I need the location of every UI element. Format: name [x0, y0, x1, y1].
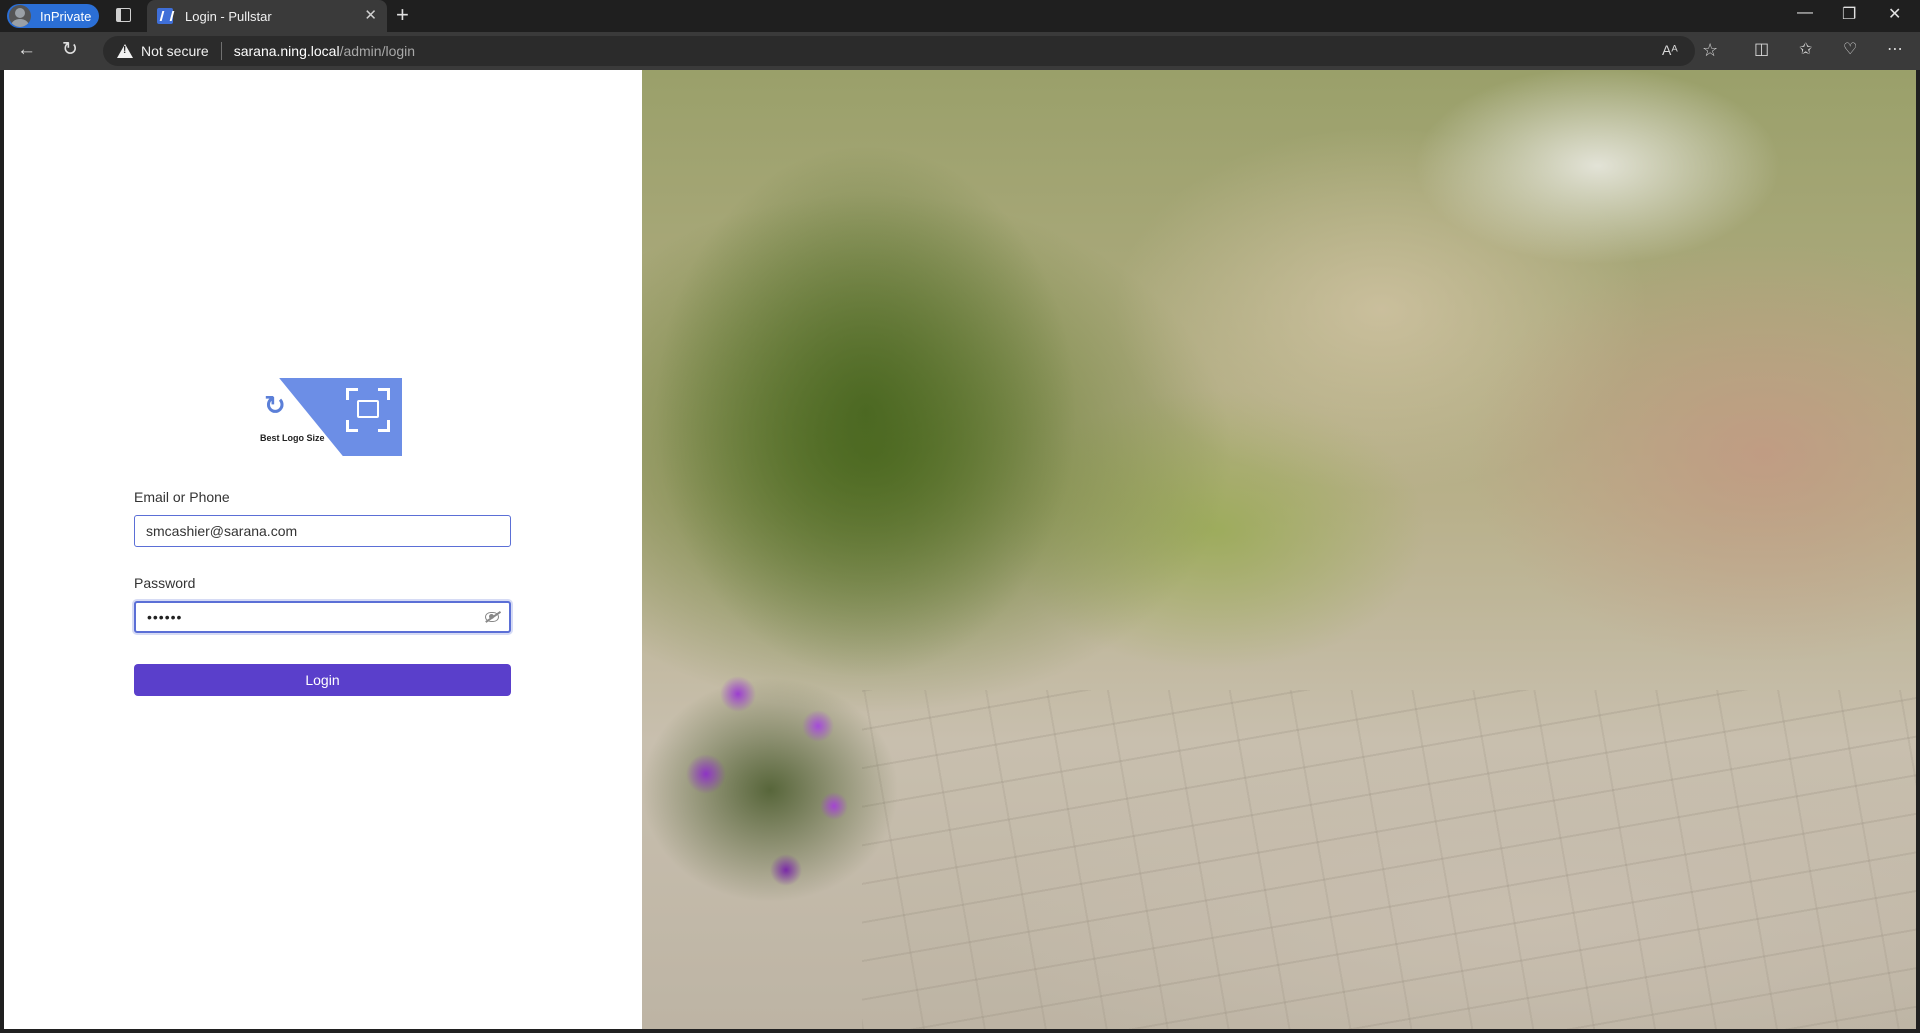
email-value: smcashier@sarana.com: [146, 523, 298, 539]
minimize-icon[interactable]: —: [1797, 4, 1813, 22]
inprivate-badge[interactable]: InPrivate: [7, 4, 99, 28]
pullstar-favicon-icon: [157, 8, 173, 24]
password-field[interactable]: ••••••: [134, 601, 511, 633]
company-logo: ↻ Best Logo Size: [254, 378, 402, 456]
favorite-icon[interactable]: ☆: [1702, 41, 1718, 59]
stone-path: [862, 690, 1916, 1029]
security-status[interactable]: Not secure: [141, 43, 209, 59]
active-tab[interactable]: Login - Pullstar ✕: [147, 0, 387, 32]
password-label: Password: [134, 575, 196, 591]
back-icon[interactable]: ←: [17, 40, 36, 60]
image-frame-icon: [346, 388, 390, 432]
address-bar[interactable]: Not secure sarana.ning.local /admin/logi…: [103, 36, 1695, 66]
password-value: ••••••: [147, 609, 183, 625]
login-panel: ↻ Best Logo Size Email or Phone smcashie…: [4, 70, 642, 1029]
email-label: Email or Phone: [134, 489, 230, 505]
browser-essentials-icon[interactable]: ♡: [1843, 41, 1857, 59]
toggle-password-visibility-icon[interactable]: [485, 612, 499, 622]
purple-flowers: [642, 630, 962, 950]
close-window-icon[interactable]: ✕: [1888, 4, 1901, 24]
more-icon[interactable]: ⋯: [1887, 41, 1903, 59]
tab-bar: InPrivate Login - Pullstar ✕ + — ❐ ✕: [0, 0, 1920, 32]
refresh-icon[interactable]: ↻: [62, 40, 78, 60]
new-tab-icon[interactable]: +: [396, 4, 409, 26]
warning-icon: [117, 44, 133, 58]
restore-icon[interactable]: ❐: [1842, 4, 1856, 24]
tab-title: Login - Pullstar: [185, 8, 272, 24]
login-button[interactable]: Login: [134, 664, 511, 696]
url-host: sarana.ning.local: [233, 43, 340, 59]
inprivate-label: InPrivate: [40, 8, 92, 24]
address-divider: [220, 42, 222, 60]
split-screen-icon[interactable]: ◫: [1754, 41, 1769, 59]
tab-close-icon[interactable]: ✕: [364, 8, 377, 24]
favorites-icon[interactable]: ✩: [1799, 41, 1812, 59]
url-path: /admin/login: [339, 43, 416, 59]
page-viewport: ↻ Best Logo Size Email or Phone smcashie…: [4, 70, 1916, 1029]
email-field[interactable]: smcashier@sarana.com: [134, 515, 511, 547]
background-photo: [642, 70, 1916, 1029]
profile-avatar-icon: [9, 5, 31, 27]
sync-icon: ↻: [264, 390, 286, 420]
logo-text: Best Logo Size: [260, 433, 325, 443]
browser-toolbar: ← ↻ Not secure sarana.ning.local /admin/…: [0, 32, 1920, 70]
read-aloud-icon[interactable]: Aᴬ: [1662, 41, 1678, 59]
tab-actions-icon[interactable]: [116, 8, 131, 22]
